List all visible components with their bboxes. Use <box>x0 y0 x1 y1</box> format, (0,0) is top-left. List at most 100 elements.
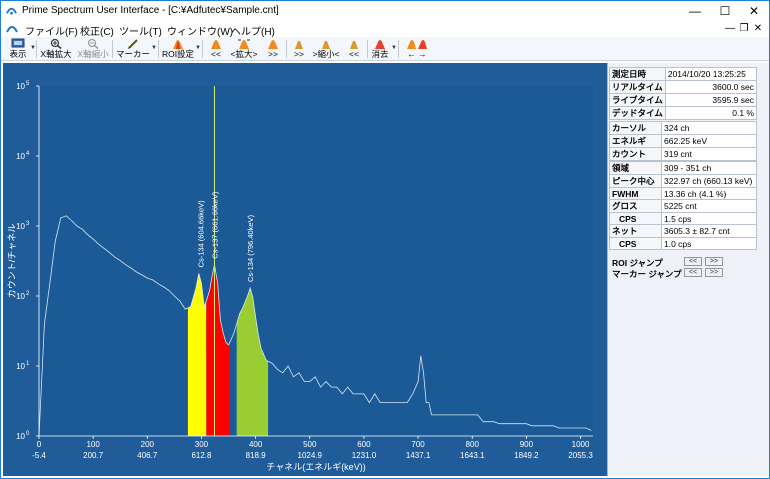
info-value: 662.25 keV <box>661 134 757 148</box>
marker-peak-icon <box>350 41 358 49</box>
display-label: 表示 <box>9 49 27 59</box>
roi-jump-next-button[interactable]: >> <box>705 257 723 266</box>
title-bar: Prime Spectrum User Interface - [C:¥Adfu… <box>1 1 769 21</box>
menu-bar: ファイル(F) 校正(C) ツール(T) ウィンドウ(W) ヘルプ(H) — ❐… <box>1 21 769 38</box>
info-key: CPS <box>609 212 662 225</box>
roi-settings-button[interactable]: ROI設定 <box>162 38 194 60</box>
x-zoom-out-label: X軸縮小 <box>77 49 109 59</box>
menu-help[interactable]: ヘルプ(H) <box>231 23 275 38</box>
y-tick-label: 10 <box>16 152 25 161</box>
marker-button[interactable]: マーカー <box>116 38 150 60</box>
info-row: CPS 1.0 cps <box>609 237 757 250</box>
marker-zoom-out-label: >縮小< <box>312 49 340 59</box>
x-tick-channel-label: 400 <box>249 440 263 449</box>
display-button[interactable]: 表示 <box>7 38 29 60</box>
toolbar-separator <box>112 40 113 58</box>
toolbar-separator <box>286 40 287 58</box>
info-row: エネルギ 662.25 keV <box>609 134 757 148</box>
x-tick-energy-label: 1024.9 <box>298 451 323 460</box>
y-axis-label: カウント/チャネル <box>7 224 17 298</box>
info-row: リアルタイム 3600.0 sec <box>609 80 758 94</box>
roi-info-table: 領域 309 - 351 ch ピーク中心 322.97 ch (660.13 ke… <box>609 161 757 250</box>
menu-window[interactable]: ウィンドウ(W) <box>167 23 233 38</box>
y-tick-label: 10 <box>16 222 25 231</box>
marker-jump-prev-button[interactable]: << <box>684 268 702 277</box>
erase-dropdown-icon[interactable]: ▼ <box>391 45 397 51</box>
info-value: 319 cnt <box>661 147 757 161</box>
menu-calibrate[interactable]: 校正(C) <box>80 23 114 38</box>
maximize-button[interactable]: ☐ <box>710 1 740 21</box>
x-tick-energy-label: 406.7 <box>137 451 158 460</box>
x-zoom-out-button[interactable]: X軸縮小 <box>76 38 110 60</box>
info-value: 309 - 351 ch <box>661 161 757 175</box>
info-row: デッドタイム 0.1 % <box>609 106 758 120</box>
x-zoom-in-button[interactable]: X軸拡大 <box>39 38 73 60</box>
marker-prev-label: << <box>349 49 359 59</box>
spectrum-plot-area[interactable]: 10 0 10 1 10 2 10 3 10 4 10 5 0 -5.4 100 200.7 200 406.7 3… <box>3 63 607 476</box>
window-title: Prime Spectrum User Interface - [C:¥Adfu… <box>22 5 279 16</box>
info-value: 322.97 ch (660.13 keV) <box>661 174 757 188</box>
menu-tools[interactable]: ツール(T) <box>119 23 162 38</box>
x-tick-channel-label: 0 <box>37 440 42 449</box>
shift-peaks-icon <box>407 40 427 49</box>
x-tick-energy-label: 1437.1 <box>406 451 431 460</box>
marker-next-button[interactable]: >> <box>289 38 309 60</box>
spectrum-chart[interactable]: 10 010 110 210 310 410 50-5.4100200.7200406.73… <box>3 63 607 476</box>
roi-zoom-label: <拡大> <box>230 49 258 59</box>
mdi-minimize-button[interactable]: — <box>724 22 736 35</box>
marker-prev-button[interactable]: << <box>344 38 364 60</box>
roi-jump-prev-button[interactable]: << <box>684 257 702 266</box>
roi-zoom-button[interactable]: <拡大> <box>228 38 260 60</box>
info-row: ピーク中心 322.97 ch (660.13 keV) <box>609 174 757 188</box>
peak-label: Cs-137 (661.66keV) <box>210 191 219 259</box>
roi-prev-button[interactable]: << <box>206 38 226 60</box>
toolbar-separator <box>158 40 159 58</box>
info-row: CPS 1.5 cps <box>609 212 757 225</box>
erase-button[interactable]: 消去 <box>370 38 390 60</box>
mdi-close-button[interactable]: ✕ <box>752 22 764 35</box>
mdi-restore-button[interactable]: ❐ <box>738 22 750 35</box>
document-system-icon[interactable] <box>6 23 18 35</box>
erase-icon <box>375 40 385 49</box>
toolbar: 表示 ▼ X軸拡大 X軸縮小 マーカー ▼ ROI設定 ▼ << <拡大> >>… <box>1 37 769 61</box>
marker-zoom-out-button[interactable]: >縮小< <box>311 38 341 60</box>
x-tick-channel-label: 600 <box>357 440 371 449</box>
marker-pen-icon <box>128 39 138 49</box>
x-tick-channel-label: 700 <box>411 440 425 449</box>
shift-peaks-button[interactable]: ← → <box>402 38 432 60</box>
roi-peak-icon <box>173 40 183 49</box>
peak-label: Cs-134 (604.66keV) <box>196 200 205 268</box>
cursor-info-table: カーソル 324 ch エネルギ 662.25 keV カウント 319 cnt <box>609 121 757 161</box>
minimize-button[interactable]: — <box>680 1 710 21</box>
app-window: Prime Spectrum User Interface - [C:¥Adfu… <box>0 0 770 479</box>
info-row: グロス 5225 cnt <box>609 199 757 213</box>
info-value: 3595.9 sec <box>664 93 758 107</box>
marker-label: マーカー <box>116 49 151 59</box>
info-row: 領域 309 - 351 ch <box>609 161 757 175</box>
close-button[interactable]: ✕ <box>739 1 769 21</box>
x-tick-energy-label: 2055.3 <box>568 451 593 460</box>
toolbar-separator <box>36 40 37 58</box>
roi-dropdown-icon[interactable]: ▼ <box>195 45 201 51</box>
menu-file[interactable]: ファイル(F) <box>25 23 78 38</box>
y-tick-exponent: 2 <box>26 291 30 297</box>
info-row: FWHM 13.36 ch (4.1 %) <box>609 187 757 200</box>
roi-next-button[interactable]: >> <box>263 38 283 60</box>
marker-dropdown-icon[interactable]: ▼ <box>151 45 157 51</box>
y-tick-label: 10 <box>16 362 25 371</box>
info-key: ピーク中心 <box>609 174 662 188</box>
x-tick-channel-label: 1000 <box>572 440 590 449</box>
x-tick-energy-label: 612.8 <box>191 451 212 460</box>
display-icon <box>11 38 25 48</box>
info-key: CPS <box>609 237 662 250</box>
y-tick-exponent: 0 <box>26 431 30 437</box>
x-tick-energy-label: -5.4 <box>32 451 46 460</box>
y-tick-label: 10 <box>16 292 25 301</box>
marker-jump-next-button[interactable]: >> <box>705 268 723 277</box>
info-row: 測定日時 2014/10/20 13:25:25 <box>609 67 758 81</box>
info-key: カウント <box>609 147 662 161</box>
roi-peak-icon <box>268 40 278 49</box>
roi-next-label: >> <box>268 49 278 59</box>
info-value: 0.1 % <box>664 106 758 120</box>
x-tick-channel-label: 800 <box>466 440 480 449</box>
